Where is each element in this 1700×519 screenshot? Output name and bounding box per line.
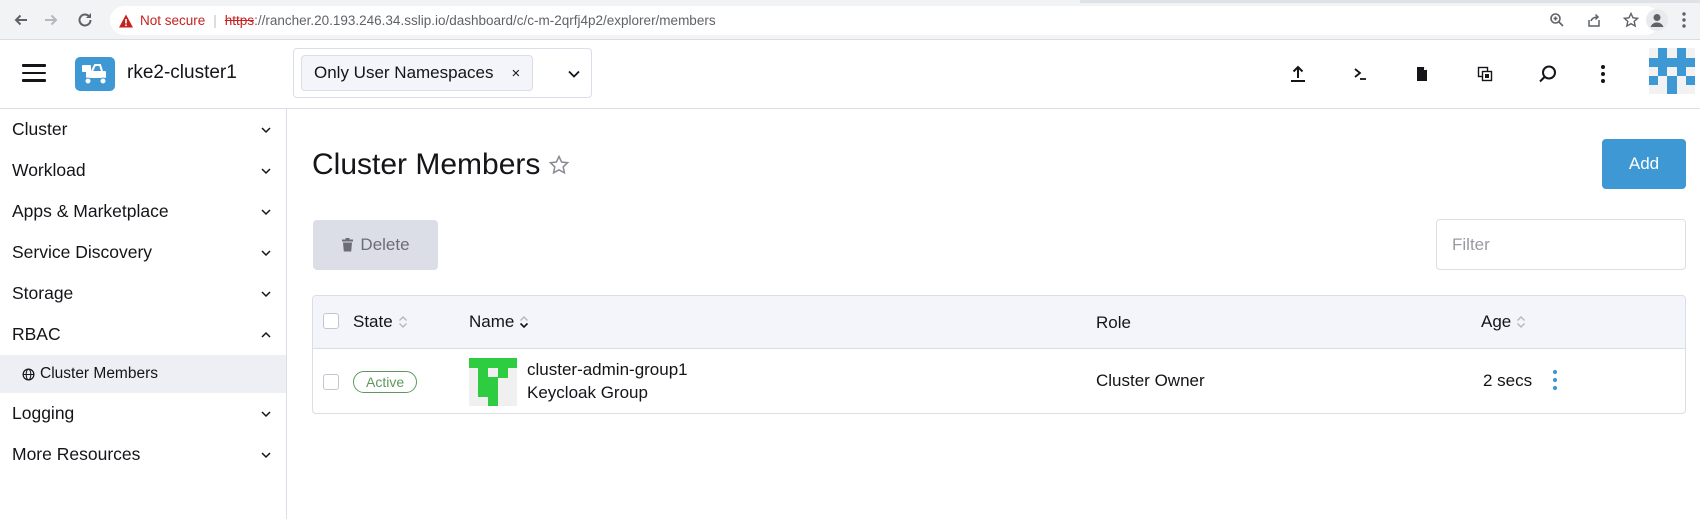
chevron-down-icon [261, 291, 271, 298]
members-table: State Name Role Age Active cluster-admin… [312, 295, 1686, 414]
chevron-down-icon [261, 452, 271, 459]
nav-group-apps[interactable]: Apps & Marketplace [0, 191, 286, 232]
column-header-role: Role [1096, 313, 1131, 333]
nav-group-label: Logging [12, 403, 75, 423]
nav-group-workload[interactable]: Workload [0, 150, 286, 191]
favorite-star-icon[interactable] [548, 154, 570, 176]
add-button[interactable]: Add [1602, 139, 1686, 189]
more-actions-icon[interactable] [1590, 61, 1616, 87]
sidebar-item-cluster-members[interactable]: Cluster Members [0, 355, 286, 393]
import-yaml-icon[interactable] [1285, 61, 1311, 87]
browser-menu-icon[interactable] [1682, 12, 1686, 28]
member-name-link[interactable]: cluster-admin-group1 [527, 360, 688, 380]
cluster-name: rke2-cluster1 [127, 62, 237, 83]
search-icon[interactable] [1535, 61, 1561, 87]
column-header-name[interactable]: Name [469, 312, 529, 332]
back-icon[interactable] [10, 9, 32, 31]
filter-input[interactable] [1436, 219, 1686, 270]
trash-icon [342, 238, 354, 252]
column-header-label: Role [1096, 313, 1131, 332]
chevron-down-icon [261, 168, 271, 175]
tab-strip [1080, 0, 1700, 3]
main-content: Cluster Members Add Delete State Name Ro… [288, 109, 1700, 519]
zoom-icon[interactable] [1548, 11, 1566, 29]
reload-icon[interactable] [74, 9, 96, 31]
column-header-label: Name [469, 312, 515, 331]
sidebar-item-label: Cluster Members [40, 365, 158, 382]
chevron-down-icon[interactable] [567, 67, 581, 81]
url-scheme: https [224, 13, 255, 28]
address-bar[interactable]: Not secure | https://rancher.20.193.246.… [110, 6, 1660, 35]
side-navigation: Cluster Workload Apps & Marketplace Serv… [0, 109, 287, 519]
sort-icon [520, 316, 529, 329]
nav-group-cluster[interactable]: Cluster [0, 109, 286, 150]
column-header-state[interactable]: State [353, 312, 408, 332]
member-role: Cluster Owner [1096, 371, 1205, 390]
page-title: Cluster Members [312, 148, 541, 181]
column-header-label: State [353, 312, 393, 331]
cluster-logo-icon[interactable] [75, 57, 115, 91]
row-actions-icon[interactable] [1551, 369, 1559, 391]
nav-group-label: More Resources [12, 444, 141, 464]
delete-button[interactable]: Delete [313, 220, 438, 270]
column-header-age[interactable]: Age [1481, 312, 1526, 332]
chevron-down-icon [261, 127, 271, 134]
chevron-down-icon [261, 209, 271, 216]
namespace-chip-label: Only User Namespaces [314, 63, 494, 82]
row-checkbox[interactable] [323, 374, 339, 390]
nav-group-label: Apps & Marketplace [12, 201, 169, 221]
download-kubeconfig-icon[interactable] [1409, 61, 1435, 87]
namespace-filter[interactable]: Only User Namespaces × [293, 48, 592, 98]
sort-icon [1517, 316, 1526, 328]
namespace-chip: Only User Namespaces × [301, 55, 534, 91]
member-type: Keycloak Group [527, 383, 648, 402]
namespace-clear-icon[interactable]: × [512, 65, 521, 82]
nav-group-service-discovery[interactable]: Service Discovery [0, 232, 286, 273]
warning-icon [119, 14, 133, 27]
nav-group-rbac[interactable]: RBAC [0, 314, 286, 355]
user-avatar-icon[interactable] [1649, 48, 1695, 94]
delete-button-label: Delete [360, 235, 410, 254]
nav-group-storage[interactable]: Storage [0, 273, 286, 314]
nav-group-label: Cluster [12, 119, 68, 139]
omnibox-separator: | [213, 13, 217, 28]
url-text: ://rancher.20.193.246.34.sslip.io/dashbo… [254, 13, 716, 28]
nav-group-label: RBAC [12, 324, 61, 344]
hamburger-menu-icon[interactable] [22, 64, 46, 84]
share-icon[interactable] [1585, 11, 1603, 29]
nav-group-label: Service Discovery [12, 242, 153, 262]
not-secure-label[interactable]: Not secure [140, 13, 205, 28]
status-badge: Active [353, 371, 418, 393]
chevron-down-icon [261, 250, 271, 257]
chevron-down-icon [261, 411, 271, 418]
forward-icon[interactable] [40, 9, 62, 31]
table-header: State Name Role Age [313, 296, 1685, 349]
select-all-checkbox[interactable] [323, 313, 339, 329]
nav-group-more-resources[interactable]: More Resources [0, 434, 286, 475]
nav-group-label: Workload [12, 160, 86, 180]
bookmark-star-icon[interactable] [1622, 11, 1640, 29]
globe-icon [22, 368, 35, 380]
browser-toolbar: Not secure | https://rancher.20.193.246.… [0, 0, 1700, 40]
nav-group-logging[interactable]: Logging [0, 393, 286, 434]
sort-icon [398, 316, 407, 328]
kubectl-shell-icon[interactable] [1347, 61, 1373, 87]
column-header-label: Age [1481, 312, 1512, 331]
table-row[interactable]: Active cluster-admin-group1 Keycloak Gro… [313, 349, 1685, 413]
nav-group-label: Storage [12, 283, 74, 303]
profile-avatar-icon[interactable] [1646, 9, 1668, 31]
group-avatar-icon [469, 358, 517, 406]
copy-kubeconfig-icon[interactable] [1472, 61, 1498, 87]
chevron-up-icon [261, 331, 271, 338]
member-age: 2 secs [1483, 371, 1533, 390]
app-header: rke2-cluster1 Only User Namespaces × [0, 40, 1700, 109]
